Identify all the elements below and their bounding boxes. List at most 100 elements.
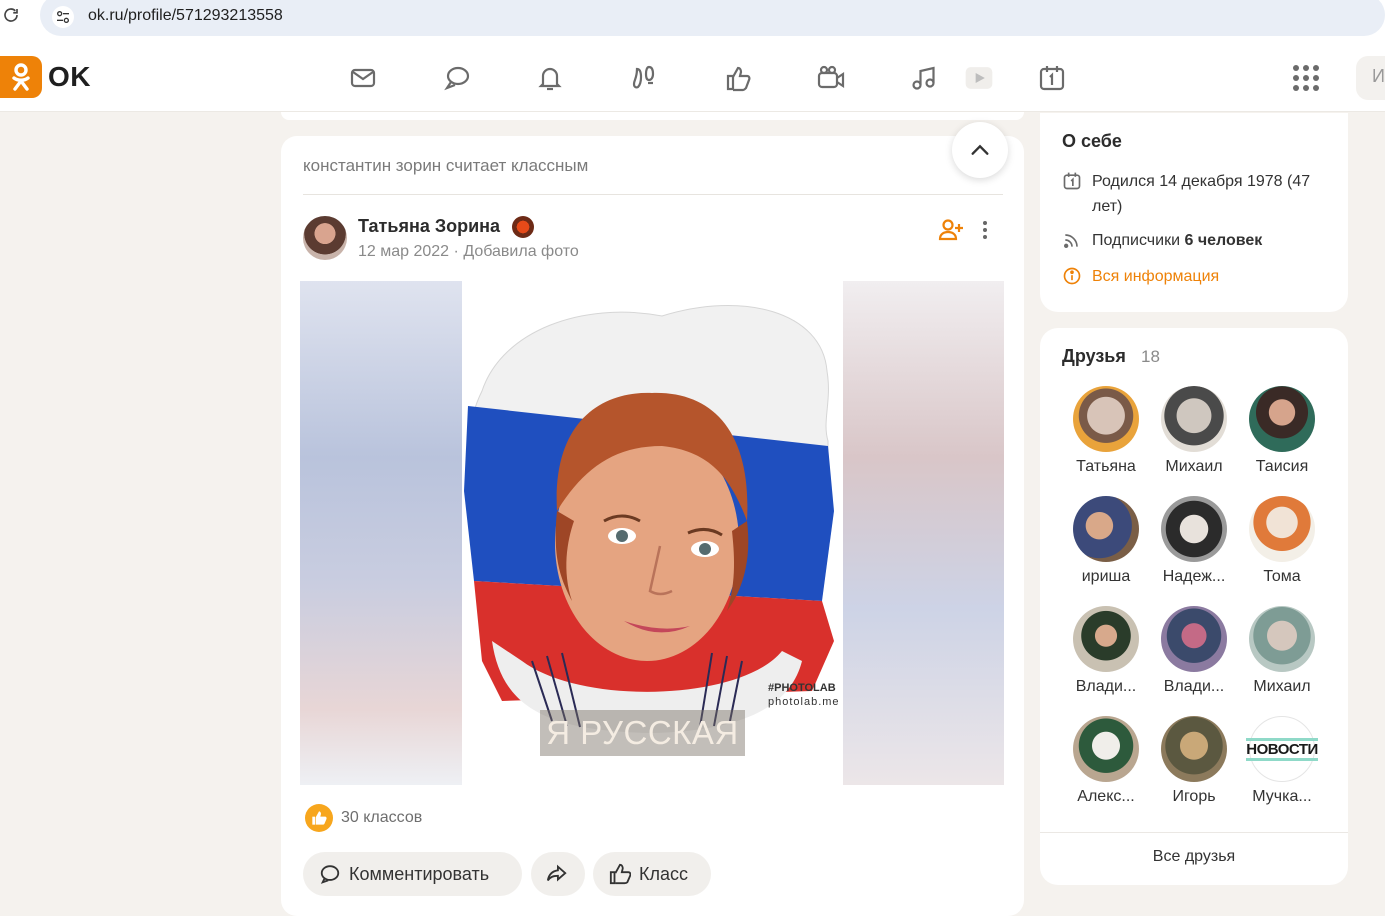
friend-item[interactable]: Игорь <box>1150 716 1238 806</box>
friends-card: Друзья 18 Татьяна Михаил Таисия ириша На… <box>1040 328 1348 885</box>
subscribers-label: Подписчики <box>1092 232 1181 249</box>
chevron-up-icon <box>971 144 989 155</box>
feed-post-card: константин зорин считает классным Татьян… <box>281 122 1024 916</box>
friend-avatar <box>1161 386 1227 452</box>
friend-item[interactable]: Влади... <box>1062 606 1150 696</box>
friend-item[interactable]: Михаил <box>1238 606 1326 696</box>
friend-item[interactable]: НОВОСТИ Мучка... <box>1238 716 1326 806</box>
collapse-button[interactable] <box>952 122 1008 178</box>
friend-name: Михаил <box>1165 458 1223 475</box>
friend-name: Влади... <box>1075 678 1137 695</box>
post-action: Добавила фото <box>463 243 579 260</box>
comment-icon <box>320 865 340 884</box>
meta-separator: · <box>453 243 459 260</box>
friend-item[interactable]: Влади... <box>1150 606 1238 696</box>
birth-line-2: лет) <box>1092 198 1123 215</box>
friend-name: Мучка... <box>1252 788 1312 805</box>
friend-avatar <box>1249 496 1315 562</box>
site-info-icon[interactable] <box>52 6 74 28</box>
music-icon[interactable] <box>908 62 940 94</box>
likes-summary[interactable]: 30 классов <box>305 804 422 832</box>
video-icon[interactable] <box>963 62 995 94</box>
friend-avatar <box>1249 386 1315 452</box>
browser-address-bar: ok.ru/profile/571293213558 <box>0 0 1385 36</box>
birth-info: Родился 14 декабря 1978 (47 лет) <box>1062 169 1332 219</box>
thumbs-up-icon <box>305 804 333 832</box>
friend-name: ириша <box>1081 568 1131 585</box>
post-meta: 12 мар 2022 · Добавила фото <box>358 243 579 261</box>
all-friends-link[interactable]: Все друзья <box>1040 848 1348 866</box>
url-text: ok.ru/profile/571293213558 <box>88 7 283 24</box>
friend-name: Алекс... <box>1077 788 1135 805</box>
friend-item[interactable]: ириша <box>1062 496 1150 586</box>
friend-item[interactable]: Тома <box>1238 496 1326 586</box>
photo-watermark-1: #PHOTOLAB <box>768 682 836 694</box>
author-badge-icon <box>512 216 534 238</box>
photo-watermark-2: photolab.me <box>768 696 840 708</box>
share-icon <box>546 864 567 882</box>
about-card: О себе Родился 14 декабря 1978 (47 лет) … <box>1040 113 1348 312</box>
friend-item[interactable]: Таисия <box>1238 386 1326 476</box>
video-calls-icon[interactable] <box>815 62 847 94</box>
like-button[interactable]: Класс <box>593 852 711 896</box>
like-button-label: Класс <box>639 863 688 884</box>
friend-avatar <box>1073 496 1139 562</box>
friend-name: Влади... <box>1163 678 1225 695</box>
more-options-icon[interactable] <box>978 218 992 242</box>
calendar-icon[interactable] <box>1036 62 1068 94</box>
friends-count: 18 <box>1141 347 1160 366</box>
ok-logo-text[interactable]: OK <box>48 61 91 93</box>
friend-name: Таисия <box>1255 458 1309 475</box>
comment-button-label: Комментировать <box>349 863 490 884</box>
friend-item[interactable]: Михаил <box>1150 386 1238 476</box>
all-info-link[interactable]: Вся информация <box>1062 264 1219 289</box>
about-title: О себе <box>1062 131 1122 151</box>
friend-avatar <box>1161 606 1227 672</box>
birth-line-1: Родился 14 декабря 1978 (47 <box>1092 173 1311 190</box>
comment-button[interactable]: Комментировать <box>303 852 522 896</box>
author-name[interactable]: Татьяна Зорина <box>358 216 500 237</box>
author-avatar[interactable] <box>303 216 347 260</box>
photo-caption: Я РУССКАЯ <box>540 710 745 756</box>
friend-avatar-news-logo: НОВОСТИ <box>1246 716 1318 782</box>
friend-avatar <box>1161 716 1227 782</box>
likes-icon[interactable] <box>722 62 754 94</box>
all-info-label: Вся информация <box>1092 268 1220 285</box>
notifications-icon[interactable] <box>534 62 566 94</box>
ok-logo-icon[interactable] <box>0 56 42 98</box>
friends-title[interactable]: Друзья <box>1062 346 1126 367</box>
divider <box>303 194 1003 195</box>
apps-grid-icon[interactable] <box>1292 64 1320 92</box>
share-button[interactable] <box>531 852 585 896</box>
subscribers-value: 6 человек <box>1184 232 1263 249</box>
friend-name: Михаил <box>1253 678 1311 695</box>
friend-item[interactable]: Алекс... <box>1062 716 1150 806</box>
friend-item[interactable]: Татьяна <box>1062 386 1150 476</box>
post-photo[interactable]: #PHOTOLAB photolab.me Я РУССКАЯ <box>300 281 1004 785</box>
friend-name: Татьяна <box>1076 458 1136 475</box>
friend-avatar <box>1073 606 1139 672</box>
messages-icon[interactable] <box>347 62 379 94</box>
reload-icon[interactable] <box>2 6 22 26</box>
photo-watermark: #PHOTOLAB photolab.me <box>768 681 840 709</box>
photo-blur-left <box>300 281 462 785</box>
friend-avatar <box>1249 606 1315 672</box>
photo-blur-right <box>843 281 1004 785</box>
discussions-icon[interactable] <box>441 62 473 94</box>
photo-image: #PHOTOLAB photolab.me Я РУССКАЯ <box>462 281 843 785</box>
divider <box>1040 832 1348 833</box>
calendar-icon <box>1063 172 1081 190</box>
friend-avatar <box>1073 386 1139 452</box>
previous-post-card <box>281 112 1024 120</box>
subscribers-row[interactable]: Подписчики 6 человек <box>1062 228 1262 253</box>
url-field[interactable]: ok.ru/profile/571293213558 <box>40 0 1385 36</box>
friend-item[interactable]: Надеж... <box>1150 496 1238 586</box>
likes-count: 30 классов <box>341 809 423 826</box>
post-date[interactable]: 12 мар 2022 <box>358 243 449 260</box>
friend-name: Игорь <box>1172 788 1216 805</box>
add-friend-icon[interactable] <box>938 218 964 242</box>
guests-icon[interactable] <box>628 62 660 94</box>
info-icon <box>1063 267 1081 285</box>
site-header: OK И <box>0 36 1385 112</box>
search-input[interactable]: И <box>1356 56 1385 100</box>
